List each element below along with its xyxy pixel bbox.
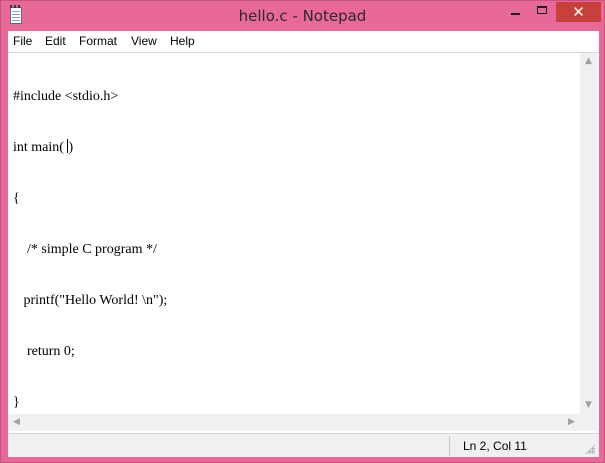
- close-button[interactable]: ✕: [556, 2, 601, 22]
- code-line: int main( ): [13, 139, 580, 156]
- code-line: return 0;: [13, 344, 75, 359]
- text-area[interactable]: #include <stdio.h> int main( ) { /* simp…: [8, 53, 580, 414]
- code-line: {: [13, 191, 20, 206]
- scroll-up-icon[interactable]: ▲: [580, 53, 597, 70]
- minimize-icon: [511, 13, 520, 15]
- menu-format[interactable]: Format: [79, 34, 117, 48]
- maximize-button[interactable]: [529, 2, 555, 22]
- editor: #include <stdio.h> int main( ) { /* simp…: [8, 52, 599, 433]
- resize-grip-icon[interactable]: [585, 444, 595, 454]
- scrollbar-corner: [580, 414, 597, 431]
- vertical-scrollbar[interactable]: ▲ ▼: [580, 53, 597, 414]
- menu-help[interactable]: Help: [170, 34, 195, 48]
- minimize-button[interactable]: [503, 2, 529, 22]
- scroll-right-icon[interactable]: ▶: [563, 414, 580, 431]
- scroll-left-icon[interactable]: ◀: [8, 414, 25, 431]
- code-line: /* simple C program */: [13, 242, 157, 257]
- status-divider: [449, 436, 450, 456]
- client-area: File Edit Format View Help #include <std…: [8, 31, 599, 457]
- maximize-icon: [537, 6, 547, 14]
- cursor-position: Ln 2, Col 11: [463, 439, 527, 453]
- code-line: printf("Hello World! \n");: [13, 293, 168, 308]
- text-caret: [67, 139, 69, 153]
- code-line: #include <stdio.h>: [13, 89, 119, 104]
- horizontal-scrollbar[interactable]: ◀ ▶: [8, 414, 580, 431]
- menu-file[interactable]: File: [13, 34, 32, 48]
- menu-view[interactable]: View: [131, 34, 157, 48]
- notepad-window: hello.c - Notepad ✕ File Edit Format Vie…: [0, 0, 605, 463]
- code-line: }: [13, 395, 20, 410]
- close-icon: ✕: [572, 3, 585, 21]
- scroll-down-icon[interactable]: ▼: [580, 397, 597, 414]
- code-line-text: int main( ): [13, 139, 74, 155]
- menu-bar: File Edit Format View Help: [8, 31, 599, 51]
- menu-edit[interactable]: Edit: [45, 34, 66, 48]
- status-bar: Ln 2, Col 11: [8, 433, 599, 457]
- title-bar[interactable]: hello.c - Notepad ✕: [1, 1, 604, 31]
